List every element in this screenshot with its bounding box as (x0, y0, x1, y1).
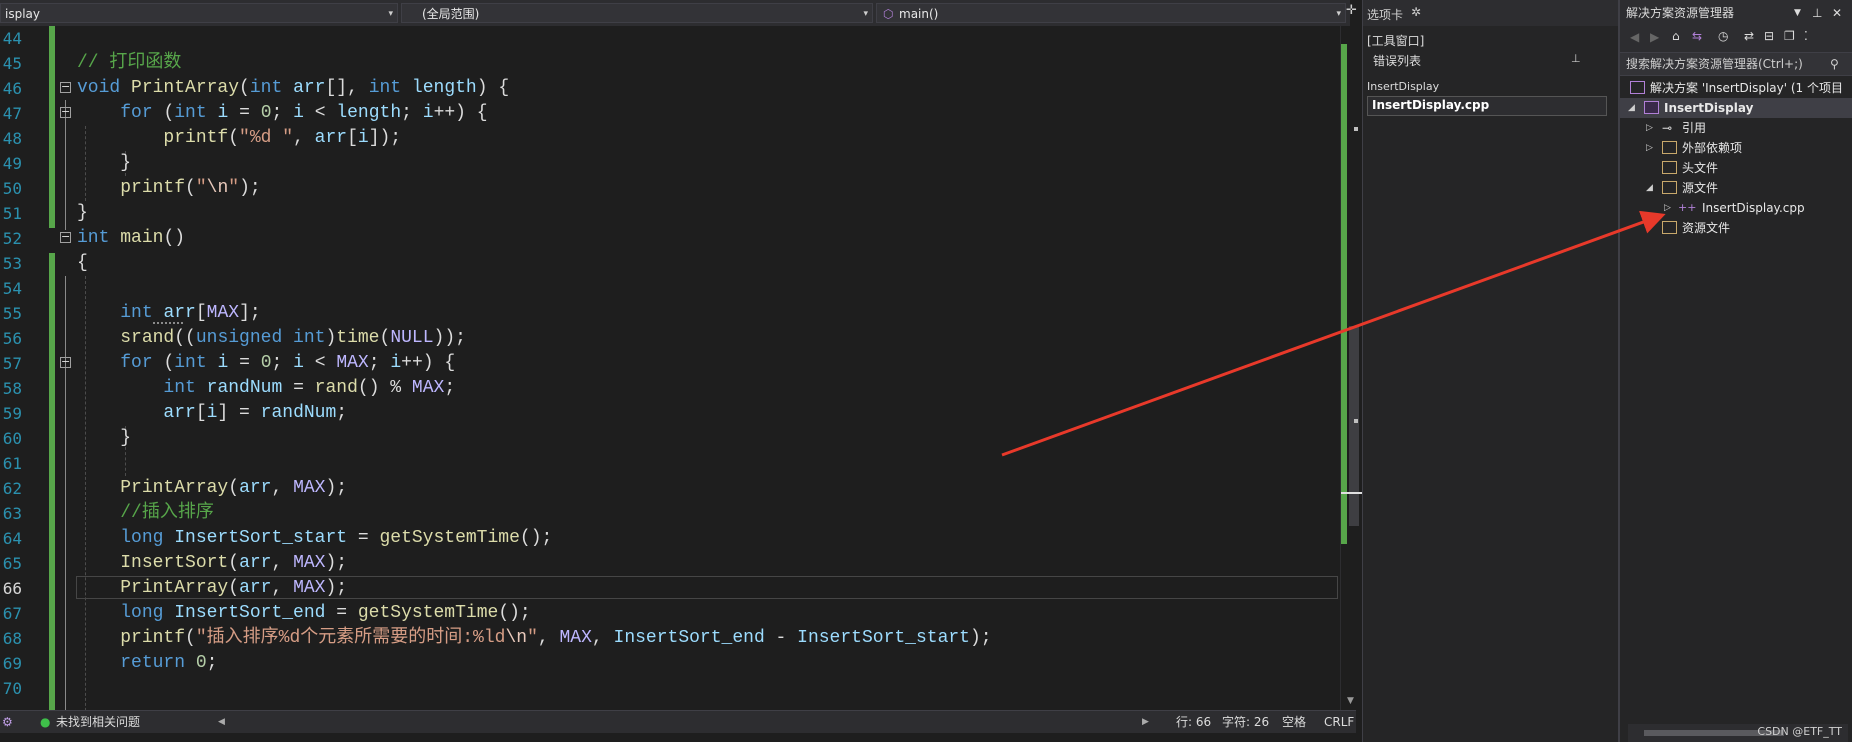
annotation-arrow (1001, 210, 1666, 457)
annotation-arrow-line (1001, 210, 1666, 457)
